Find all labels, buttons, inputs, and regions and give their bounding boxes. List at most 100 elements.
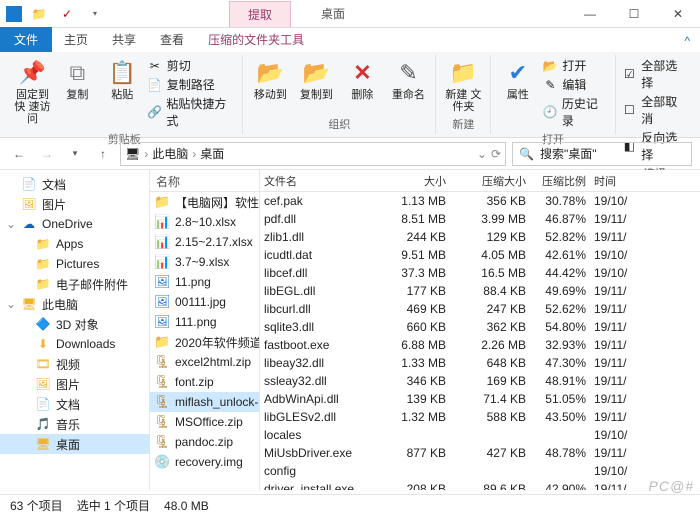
tab-archive-tools[interactable]: 压缩的文件夹工具	[196, 27, 316, 52]
breadcrumb-desktop[interactable]: 桌面	[200, 145, 224, 162]
archive-row[interactable]: locales19/10/	[260, 426, 700, 444]
file-item[interactable]: 📁【电脑网】软性	[150, 192, 259, 212]
tab-view[interactable]: 查看	[148, 27, 196, 52]
selectnone-button[interactable]: ☐全部取消	[622, 93, 688, 127]
file-item[interactable]: 🗜miflash_unlock-	[150, 392, 259, 412]
contextual-tab-extract[interactable]: 提取	[229, 1, 291, 27]
column-header-name[interactable]: 名称	[150, 170, 259, 192]
file-list[interactable]: 📁【电脑网】软性📊2.8~10.xlsx📊2.15~2.17.xlsx📊3.7~…	[150, 192, 259, 472]
archive-row[interactable]: libcef.dll37.3 MB16.5 MB44.42%19/10/	[260, 264, 700, 282]
qat-folder-icon[interactable]: 📁	[28, 3, 50, 25]
file-item[interactable]: 🖼00111.jpg	[150, 292, 259, 312]
search-input[interactable]: 🔍 搜索"桌面"	[512, 142, 692, 166]
archive-list[interactable]: cef.pak1.13 MB356 KB30.78%19/10/pdf.dll8…	[260, 192, 700, 490]
breadcrumb-pc[interactable]: 此电脑	[152, 145, 188, 162]
newfolder-button[interactable]: 📁新建 文件夹	[442, 55, 484, 113]
nav-item[interactable]: ⌄☁OneDrive	[0, 214, 149, 234]
maximize-button[interactable]: ☐	[612, 0, 656, 28]
archive-row[interactable]: config19/10/	[260, 462, 700, 480]
archive-row[interactable]: ssleay32.dll346 KB169 KB48.91%19/11/	[260, 372, 700, 390]
status-bar: 63 个项目 选中 1 个项目 48.0 MB	[0, 494, 700, 516]
file-item[interactable]: 📊2.15~2.17.xlsx	[150, 232, 259, 252]
file-item[interactable]: 📊2.8~10.xlsx	[150, 212, 259, 232]
archive-row[interactable]: icudtl.dat9.51 MB4.05 MB42.61%19/10/	[260, 246, 700, 264]
arch-col-ratio[interactable]: 压缩比例	[530, 170, 590, 192]
copy-button[interactable]: ⧉复制	[57, 55, 98, 101]
nav-item[interactable]: 🖥桌面	[0, 434, 149, 454]
nav-item[interactable]: 🎵音乐	[0, 414, 149, 434]
archive-row[interactable]: zlib1.dll244 KB129 KB52.82%19/11/	[260, 228, 700, 246]
refresh-icon[interactable]: ⟳	[491, 147, 501, 161]
file-menu[interactable]: 文件	[0, 27, 52, 52]
file-item[interactable]: 🗜MSOffice.zip	[150, 412, 259, 432]
nav-item[interactable]: 📄文档	[0, 174, 149, 194]
pc-icon: 🖥	[125, 147, 140, 161]
moveto-button[interactable]: 📂移动到	[249, 55, 291, 101]
nav-item[interactable]: 🖼图片	[0, 374, 149, 394]
nav-item[interactable]: ⬇Downloads	[0, 334, 149, 354]
file-item[interactable]: 🗜font.zip	[150, 372, 259, 392]
copypath-button[interactable]: 📄复制路径	[147, 76, 237, 93]
archive-row[interactable]: libEGL.dll177 KB88.4 KB49.69%19/11/	[260, 282, 700, 300]
close-button[interactable]: ✕	[656, 0, 700, 28]
recent-dropdown[interactable]: ▾	[64, 143, 86, 165]
archive-row[interactable]: AdbWinApi.dll139 KB71.4 KB51.05%19/11/	[260, 390, 700, 408]
forward-button[interactable]: →	[36, 143, 58, 165]
edit-button[interactable]: ✎编辑	[542, 76, 608, 93]
open-button[interactable]: 📂打开	[542, 57, 608, 74]
qat-dropdown-icon[interactable]: ▾	[84, 3, 106, 25]
pin-quickaccess-button[interactable]: 📌固定到快 速访问	[12, 55, 53, 125]
file-item[interactable]: 🗜excel2html.zip	[150, 352, 259, 372]
minimize-button[interactable]: —	[568, 0, 612, 28]
file-item[interactable]: 📁2020年软件频道	[150, 332, 259, 352]
status-count: 63 个项目	[10, 497, 63, 514]
tab-share[interactable]: 共享	[100, 27, 148, 52]
tab-home[interactable]: 主页	[52, 27, 100, 52]
nav-tree[interactable]: 📄文档🖼图片⌄☁OneDrive📁Apps📁Pictures📁电子邮件附件⌄🖥此…	[0, 170, 150, 490]
nav-item[interactable]: 🔷3D 对象	[0, 314, 149, 334]
arch-col-time[interactable]: 时间	[590, 170, 630, 192]
nav-item[interactable]: 📁Apps	[0, 234, 149, 254]
archive-row[interactable]: libGLESv2.dll1.32 MB588 KB43.50%19/11/	[260, 408, 700, 426]
nav-item[interactable]: 🎞视频	[0, 354, 149, 374]
group-new: 新建	[452, 114, 474, 134]
address-bar[interactable]: 🖥› 此电脑› 桌面 ⌄ ⟳	[120, 142, 506, 166]
file-item[interactable]: 🖼11.png	[150, 272, 259, 292]
ribbon-expand-icon[interactable]: ^	[674, 30, 700, 52]
archive-row[interactable]: driver_install.exe208 KB89.6 KB42.90%19/…	[260, 480, 700, 490]
nav-item[interactable]: 🖼图片	[0, 194, 149, 214]
history-button[interactable]: 🕘历史记录	[542, 95, 608, 129]
archive-row[interactable]: libeay32.dll1.33 MB648 KB47.30%19/11/	[260, 354, 700, 372]
archive-row[interactable]: fastboot.exe6.88 MB2.26 MB32.93%19/11/	[260, 336, 700, 354]
archive-row[interactable]: sqlite3.dll660 KB362 KB54.80%19/11/	[260, 318, 700, 336]
nav-item[interactable]: 📄文档	[0, 394, 149, 414]
nav-item[interactable]: 📁Pictures	[0, 254, 149, 274]
nav-item[interactable]: 📁电子邮件附件	[0, 274, 149, 294]
archive-row[interactable]: libcurl.dll469 KB247 KB52.62%19/11/	[260, 300, 700, 318]
file-item[interactable]: 🖼111.png	[150, 312, 259, 332]
selectall-button[interactable]: ☑全部选择	[622, 57, 688, 91]
copyto-button[interactable]: 📂复制到	[295, 55, 337, 101]
properties-button[interactable]: ✔属性	[497, 55, 538, 101]
archive-row[interactable]: cef.pak1.13 MB356 KB30.78%19/10/	[260, 192, 700, 210]
arch-col-csize[interactable]: 压缩大小	[450, 170, 530, 192]
file-item[interactable]: 💿recovery.img	[150, 452, 259, 472]
up-button[interactable]: ↑	[92, 143, 114, 165]
archive-row[interactable]: MiUsbDriver.exe877 KB427 KB48.78%19/11/	[260, 444, 700, 462]
cut-button[interactable]: ✂剪切	[147, 57, 237, 74]
arch-col-name[interactable]: 文件名	[260, 170, 380, 192]
nav-item[interactable]: ⌄🖥此电脑	[0, 294, 149, 314]
group-organize: 组织	[328, 114, 350, 134]
paste-button[interactable]: 📋粘贴	[102, 55, 143, 101]
archive-row[interactable]: pdf.dll8.51 MB3.99 MB46.87%19/11/	[260, 210, 700, 228]
delete-button[interactable]: ✕删除	[341, 55, 383, 101]
file-item[interactable]: 🗜pandoc.zip	[150, 432, 259, 452]
search-placeholder: 搜索"桌面"	[540, 145, 597, 162]
arch-col-size[interactable]: 大小	[380, 170, 450, 192]
back-button[interactable]: ←	[8, 143, 30, 165]
paste-shortcut-button[interactable]: 🔗粘贴快捷方式	[147, 95, 237, 129]
qat-check-icon[interactable]: ✓	[56, 3, 78, 25]
addr-dropdown-icon[interactable]: ⌄	[477, 147, 487, 161]
file-item[interactable]: 📊3.7~9.xlsx	[150, 252, 259, 272]
rename-button[interactable]: ✎重命名	[387, 55, 429, 101]
